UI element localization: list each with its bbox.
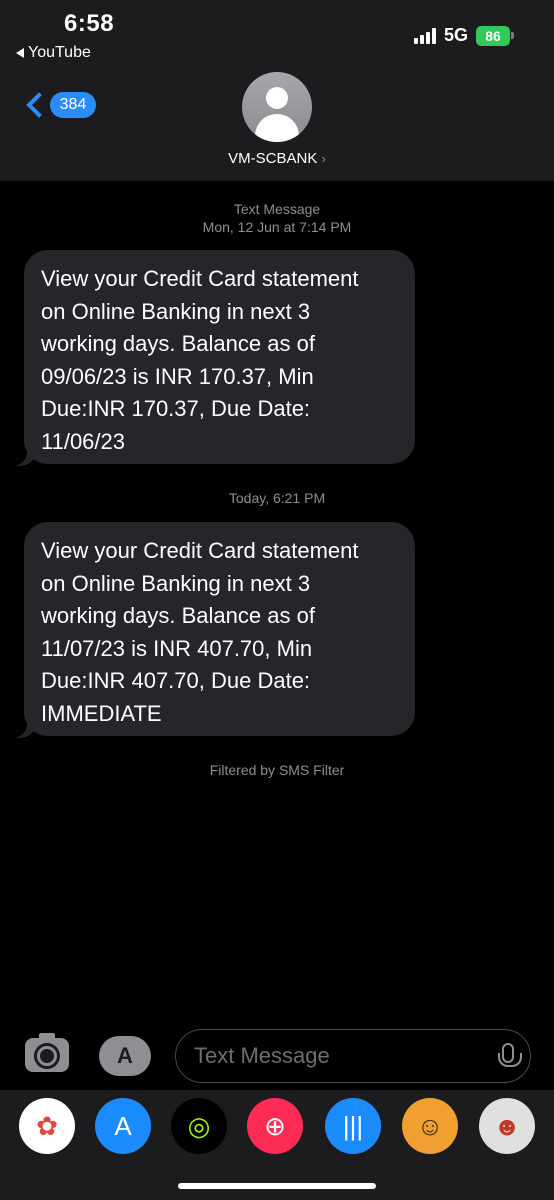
message-input[interactable] — [194, 1043, 474, 1069]
search-images-app-icon[interactable]: ⊕ — [247, 1098, 303, 1154]
app-store-app-icon[interactable]: A — [95, 1098, 151, 1154]
sms-filter-note: Filtered by SMS Filter — [209, 762, 345, 778]
message-timestamp: Today, 6:21 PM — [228, 490, 326, 506]
camera-icon — [37, 1046, 57, 1066]
apps-icon: A — [117, 1043, 133, 1068]
message-text: View your Credit Card statement on Onlin… — [41, 538, 359, 726]
memoji-app-icon[interactable]: ☺ — [402, 1098, 458, 1154]
network-type: 5G — [443, 25, 468, 45]
chevron-right-icon: › — [321, 151, 326, 166]
app-store-button[interactable]: A — [99, 1036, 151, 1076]
status-indicators: 5G 86 — [413, 25, 514, 46]
cellular-signal-icon — [413, 27, 436, 44]
back-triangle-icon — [16, 48, 24, 58]
message-type-label: Text Message — [233, 201, 321, 217]
battery-level: 86 — [476, 25, 510, 46]
status-time: 6:58 — [64, 10, 115, 37]
unread-count-badge: 384 — [50, 92, 96, 118]
message-text: View your Credit Card statement on Onlin… — [41, 266, 359, 454]
person-icon — [266, 87, 288, 109]
message-input-container[interactable] — [175, 1029, 531, 1083]
fitness-app-icon[interactable]: ◎ — [171, 1098, 227, 1154]
contact-avatar[interactable] — [242, 72, 312, 142]
memoji-stickers-app-icon[interactable]: ☻ — [479, 1098, 535, 1154]
camera-button[interactable] — [25, 1033, 69, 1072]
message-bubble[interactable]: View your Credit Card statement on Onlin… — [24, 522, 415, 736]
back-to-app-link[interactable]: YouTube — [16, 44, 91, 62]
back-app-label: YouTube — [28, 44, 91, 61]
message-bubble[interactable]: View your Credit Card statement on Onlin… — [24, 250, 415, 464]
microphone-icon[interactable] — [498, 1043, 522, 1067]
contact-name-button[interactable]: VM-SCBANK › — [0, 150, 554, 167]
home-indicator[interactable] — [178, 1183, 376, 1189]
contact-name: VM-SCBANK — [228, 150, 318, 167]
back-button[interactable]: 384 — [22, 92, 96, 118]
message-timestamp: Mon, 12 Jun at 7:14 PM — [202, 219, 352, 235]
conversation-header: 6:58 YouTube 5G 86 384 VM-SCBANK › — [0, 0, 554, 181]
photos-app-icon[interactable]: ✿ — [19, 1098, 75, 1154]
chevron-left-icon — [26, 92, 52, 118]
audio-message-app-icon[interactable]: ||| — [325, 1098, 381, 1154]
battery-icon: 86 — [476, 25, 514, 46]
